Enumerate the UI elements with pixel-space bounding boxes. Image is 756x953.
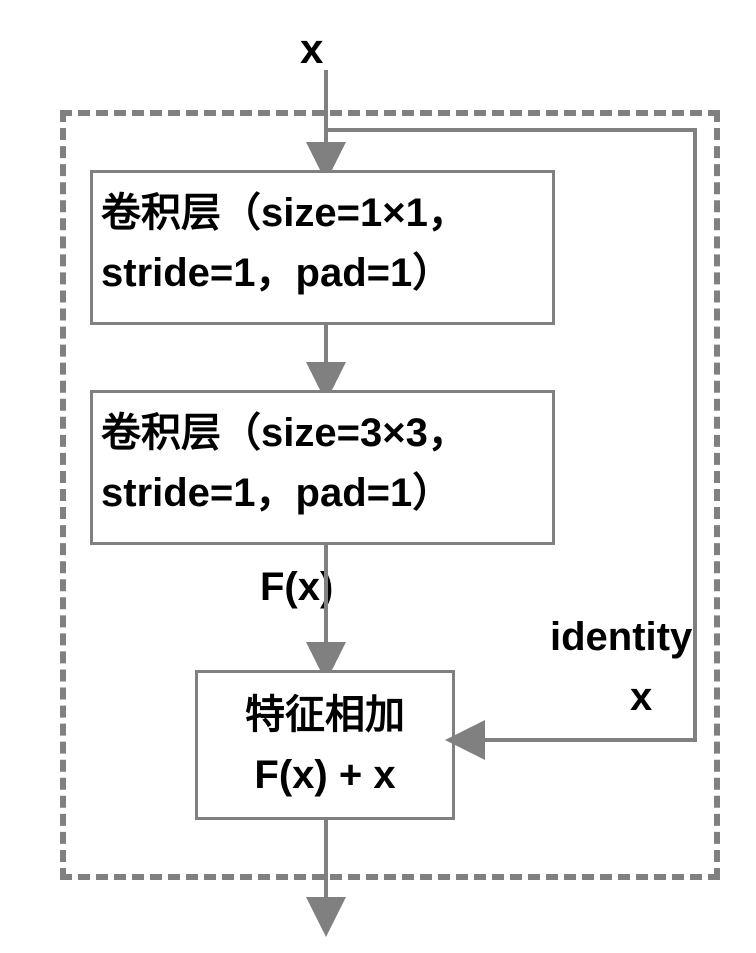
- arrow-output: [316, 820, 336, 925]
- input-label: x: [300, 25, 323, 73]
- conv1-name: 卷积层: [101, 191, 221, 235]
- residual-block-diagram: x 卷积层（size=1×1，stride=1，pad=1） 卷积层（size=…: [20, 20, 736, 933]
- skip-connection: [320, 130, 720, 760]
- conv2-name: 卷积层: [101, 411, 221, 455]
